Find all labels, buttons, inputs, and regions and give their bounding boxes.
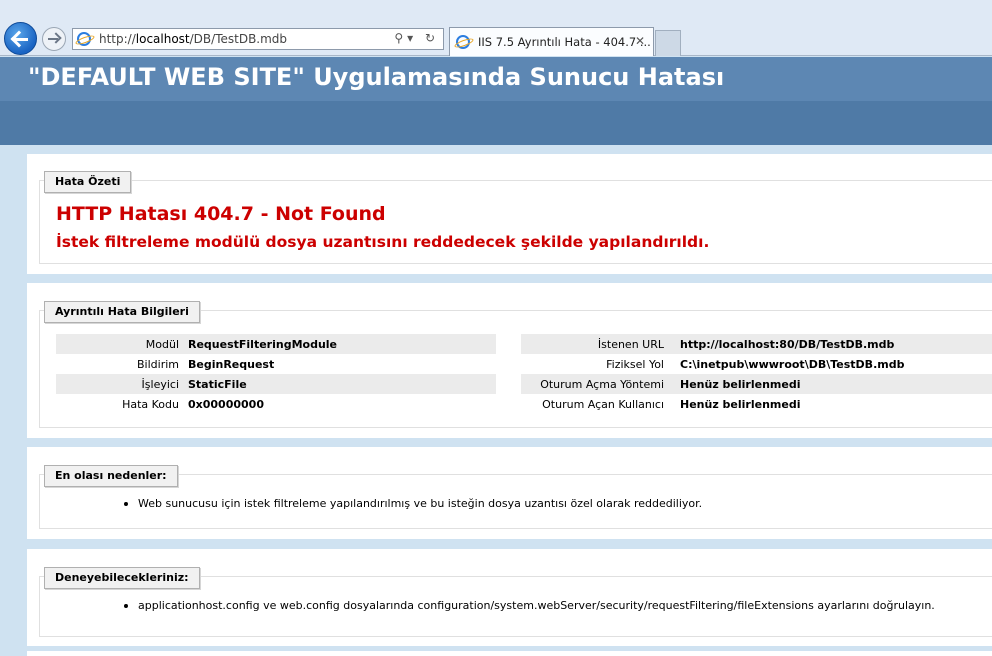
detail-key: İstenen URL bbox=[597, 337, 664, 351]
things-to-try-box: Deneyebilecekleriniz: applicationhost.co… bbox=[39, 567, 992, 637]
detail-row: Fiziksel Yol C:\inetpub\wwwroot\DB\TestDB… bbox=[521, 354, 992, 374]
detail-key: Oturum Açan Kullanıcı bbox=[542, 397, 664, 411]
ie-page-icon bbox=[77, 32, 91, 46]
things-to-try-list: applicationhost.config ve web.config dos… bbox=[124, 599, 935, 612]
error-summary-legend: Hata Özeti bbox=[44, 171, 132, 193]
address-path: /DB/TestDB.mdb bbox=[189, 32, 288, 46]
browser-toolbar: http://localhost/DB/TestDB.mdb ⚲▾ ↻ IIS … bbox=[0, 0, 992, 56]
detail-key: Modül bbox=[145, 337, 179, 351]
close-tab-icon[interactable]: ✕ bbox=[635, 34, 645, 48]
likely-causes-list: Web sunucusu için istek filtreleme yapıl… bbox=[124, 497, 702, 510]
detail-value: BeginRequest bbox=[188, 357, 275, 371]
likely-causes-box: En olası nedenler: Web sunucusu için ist… bbox=[39, 465, 992, 529]
likely-causes-panel: En olası nedenler: Web sunucusu için ist… bbox=[27, 447, 992, 539]
detail-row: Oturum Açma Yöntemi Henüz belirlenmedi bbox=[521, 374, 992, 394]
detail-value: StaticFile bbox=[188, 377, 247, 391]
detail-value: http://localhost:80/DB/TestDB.mdb bbox=[680, 337, 895, 351]
error-message: İstek filtreleme modülü dosya uzantısını… bbox=[56, 233, 710, 251]
detail-key: Bildirim bbox=[137, 357, 179, 371]
error-title: HTTP Hatası 404.7 - Not Found bbox=[56, 203, 386, 225]
address-url[interactable]: http://localhost/DB/TestDB.mdb bbox=[99, 32, 287, 46]
tab-title: IIS 7.5 Ayrıntılı Hata - 404.7 ... bbox=[478, 35, 651, 49]
search-refresh-icons[interactable]: ⚲▾ ↻ bbox=[394, 31, 439, 45]
page-header: "DEFAULT WEB SITE" Uygulamasında Sunucu … bbox=[0, 57, 992, 101]
detail-row: İstenen URL http://localhost:80/DB/TestDB… bbox=[521, 334, 992, 354]
detail-value: Henüz belirlenmedi bbox=[680, 397, 801, 411]
error-details-box: Ayrıntılı Hata Bilgileri Modül RequestFil… bbox=[39, 301, 992, 428]
forward-arrow-icon[interactable] bbox=[42, 27, 66, 51]
list-item: Web sunucusu için istek filtreleme yapıl… bbox=[124, 497, 702, 510]
address-bar[interactable]: http://localhost/DB/TestDB.mdb ⚲▾ ↻ bbox=[72, 28, 444, 50]
things-to-try-legend: Deneyebilecekleriniz: bbox=[44, 567, 200, 589]
error-summary-box: Hata Özeti HTTP Hatası 404.7 - Not Found… bbox=[39, 171, 992, 264]
ie-tab-icon bbox=[456, 35, 470, 49]
detail-value: Henüz belirlenmedi bbox=[680, 377, 801, 391]
detail-value: RequestFilteringModule bbox=[188, 337, 338, 351]
back-arrow-icon[interactable] bbox=[4, 22, 37, 55]
detail-row: Hata Kodu 0x00000000 bbox=[56, 394, 496, 414]
new-tab-button[interactable] bbox=[655, 30, 681, 56]
detail-row: Bildirim BeginRequest bbox=[56, 354, 496, 374]
address-host: localhost bbox=[135, 32, 190, 46]
error-details-panel: Ayrıntılı Hata Bilgileri Modül RequestFil… bbox=[27, 283, 992, 438]
page-title: "DEFAULT WEB SITE" Uygulamasında Sunucu … bbox=[28, 63, 725, 91]
error-summary-panel: Hata Özeti HTTP Hatası 404.7 - Not Found… bbox=[27, 154, 992, 274]
detail-row: Oturum Açan Kullanıcı Henüz belirlenmedi bbox=[521, 394, 992, 414]
detail-row: Modül RequestFilteringModule bbox=[56, 334, 496, 354]
detail-value: C:\inetpub\wwwroot\DB\TestDB.mdb bbox=[680, 357, 905, 371]
detail-value: 0x00000000 bbox=[188, 397, 264, 411]
list-item: applicationhost.config ve web.config dos… bbox=[124, 599, 935, 612]
detail-key: Oturum Açma Yöntemi bbox=[540, 377, 664, 391]
detail-row: İşleyici StaticFile bbox=[56, 374, 496, 394]
things-to-try-panel: Deneyebilecekleriniz: applicationhost.co… bbox=[27, 549, 992, 646]
detail-key: İşleyici bbox=[141, 377, 179, 391]
address-prefix: http:// bbox=[99, 32, 136, 46]
next-panel-edge bbox=[27, 651, 992, 656]
error-details-legend: Ayrıntılı Hata Bilgileri bbox=[44, 301, 200, 323]
detail-key: Hata Kodu bbox=[122, 397, 179, 411]
header-band bbox=[0, 101, 992, 145]
likely-causes-legend: En olası nedenler: bbox=[44, 465, 178, 487]
browser-tab[interactable]: IIS 7.5 Ayrıntılı Hata - 404.7 ... ✕ bbox=[449, 27, 654, 56]
detail-key: Fiziksel Yol bbox=[606, 357, 664, 371]
